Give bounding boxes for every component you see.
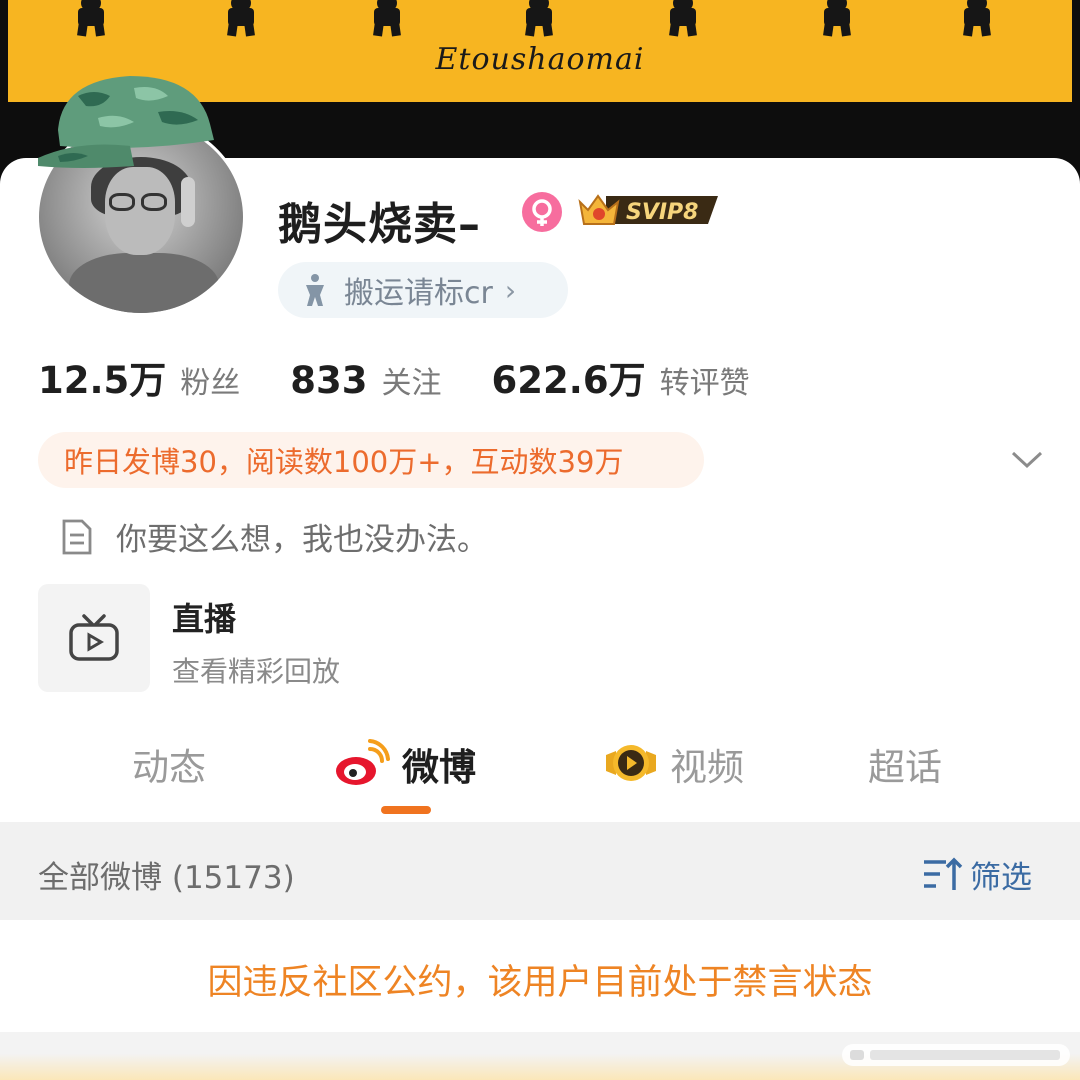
tab-dongtai[interactable]: 动态 [132,736,206,792]
filter-label: 筛选 [970,860,1032,896]
person-icon [306,274,324,306]
video-play-icon [606,745,656,781]
activity-text: 昨日发博30，阅读数100万+，互动数39万 [64,445,624,479]
live-entry[interactable] [38,584,150,692]
bio: 你要这么想，我也没办法。 [60,514,488,559]
document-icon [62,519,92,554]
tab-video[interactable]: 视频 [604,736,744,792]
live-title[interactable]: 直播 [172,594,236,640]
chevron-right-icon: › [504,273,517,307]
stat-number: 833 [290,359,368,402]
profile-tag[interactable]: 搬运请标cr › [278,262,568,318]
profile-tag-label: 搬运请标cr [344,276,493,311]
tab-label: 超话 [868,746,942,789]
banner-figure [814,0,860,40]
stat-interactions[interactable]: 622.6万 转评赞 [492,350,750,404]
chevron-down-icon[interactable] [1010,444,1044,474]
tv-icon [69,614,119,661]
activity-summary[interactable]: 昨日发博30，阅读数100万+，互动数39万 [38,432,704,488]
tab-weibo[interactable]: 微博 [334,736,476,792]
all-posts-count[interactable]: 全部微博 (15173) [38,852,295,897]
stat-label: 关注 [381,366,442,401]
live-subtitle: 查看精彩回放 [172,655,341,688]
stat-label: 转评赞 [659,366,750,401]
active-tab-indicator [381,806,431,814]
bio-text: 你要这么想，我也没办法。 [116,522,488,558]
female-icon [522,192,562,232]
filter-button[interactable]: 筛选 [922,852,1032,897]
tab-label: 动态 [132,746,206,789]
camo-cap-icon [38,76,214,168]
stat-fans[interactable]: 12.5万 粉丝 [38,350,240,404]
profile-stats: 12.5万 粉丝 833 关注 622.6万 转评赞 [38,350,750,404]
tab-label: 微博 [402,746,476,789]
tab-super-topic[interactable]: 超话 [868,736,942,792]
weibo-logo-icon [336,739,390,785]
banner-figure [660,0,706,40]
filter-icon [924,857,963,890]
watermark-icon [842,1044,1070,1066]
banner-figure [954,0,1000,40]
svip-label: SVIP8 [626,200,699,225]
banner-figure [68,0,114,40]
banner-figure [364,0,410,40]
stat-number: 12.5万 [38,359,167,402]
banner-figure [218,0,264,40]
stat-number: 622.6万 [491,359,646,402]
ban-message: 因违反社区公约，该用户目前处于禁言状态 [207,963,873,1003]
stat-following[interactable]: 833 关注 [290,358,441,402]
svip-badge[interactable]: SVIP8 [576,188,722,232]
stat-label: 粉丝 [180,366,241,401]
tab-label: 视频 [670,746,744,789]
banner-figure [516,0,562,40]
username: 鹅头烧卖– [278,199,481,250]
